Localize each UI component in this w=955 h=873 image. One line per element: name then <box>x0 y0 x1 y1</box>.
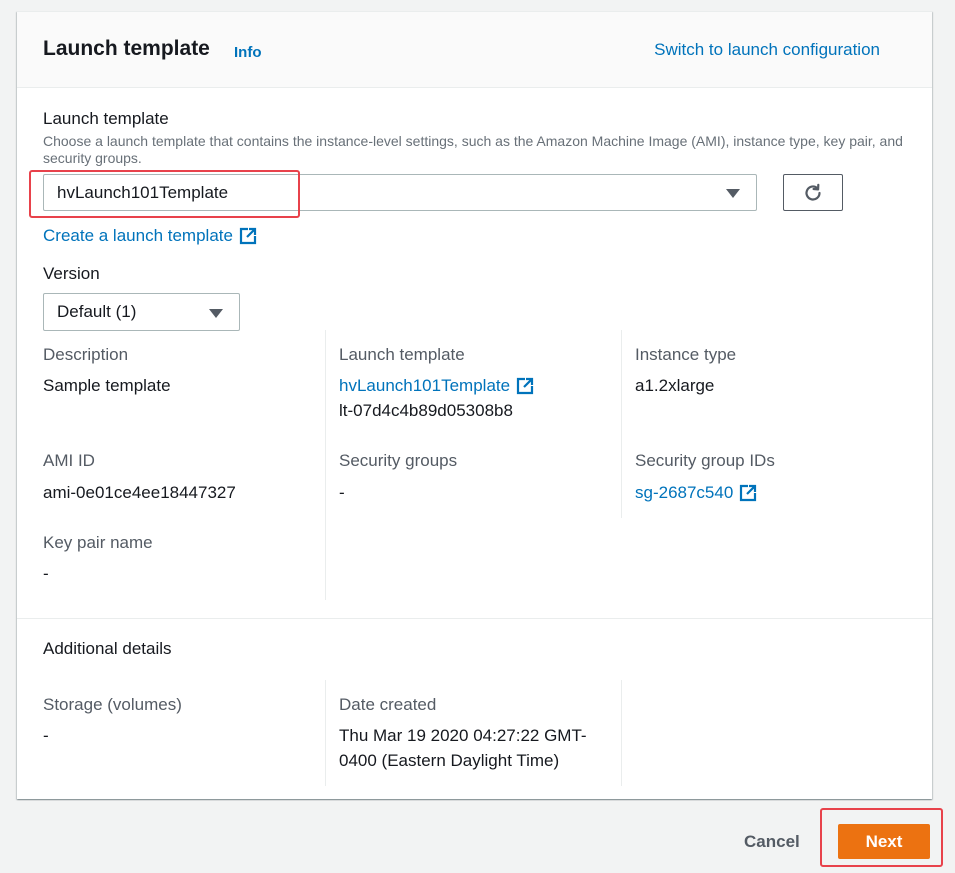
highlight-box-template-select <box>29 170 300 218</box>
info-link[interactable]: Info <box>234 44 262 61</box>
launch-template-detail-link-label: hvLaunch101Template <box>339 376 511 395</box>
date-created-value-line2: 0400 (Eastern Daylight Time) <box>339 751 560 770</box>
security-group-id-link[interactable]: sg-2687c540 <box>635 483 757 503</box>
create-launch-template-link[interactable]: Create a launch template <box>43 226 257 246</box>
storage-label: Storage (volumes) <box>43 695 182 714</box>
description-value: Sample template <box>43 376 171 395</box>
external-link-icon <box>239 227 257 245</box>
next-button[interactable]: Next <box>838 824 930 859</box>
date-created-label: Date created <box>339 695 437 714</box>
panel-title: Launch template <box>43 37 210 60</box>
external-link-icon <box>740 484 757 502</box>
version-select[interactable]: Default (1) <box>43 293 240 331</box>
column-divider <box>621 330 622 518</box>
key-pair-label: Key pair name <box>43 533 153 552</box>
launch-template-panel: Launch template Info Switch to launch co… <box>17 11 932 799</box>
storage-value: - <box>43 726 49 745</box>
column-divider <box>621 680 622 786</box>
launch-template-detail-link[interactable]: hvLaunch101Template <box>339 376 534 396</box>
date-created-value-line1: Thu Mar 19 2020 04:27:22 GMT- <box>339 726 587 745</box>
instance-type-label: Instance type <box>635 345 737 364</box>
panel-header: Launch template Info Switch to launch co… <box>17 12 932 88</box>
switch-to-launch-configuration-link[interactable]: Switch to launch configuration <box>654 40 880 60</box>
launch-template-description: Choose a launch template that contains t… <box>43 133 903 166</box>
column-divider <box>325 330 326 600</box>
caret-down-icon <box>209 309 223 318</box>
security-groups-value: - <box>339 483 345 502</box>
version-label: Version <box>43 264 100 283</box>
version-select-value: Default (1) <box>57 302 137 321</box>
launch-template-id: lt-07d4c4b89d05308b8 <box>339 401 513 420</box>
ami-id-value: ami-0e01ce4ee18447327 <box>43 483 236 502</box>
launch-template-detail-label: Launch template <box>339 345 465 364</box>
ami-id-label: AMI ID <box>43 451 95 470</box>
launch-template-label: Launch template <box>43 109 169 128</box>
key-pair-value: - <box>43 564 49 583</box>
security-group-id-link-label: sg-2687c540 <box>635 483 734 502</box>
caret-down-icon <box>726 189 740 198</box>
description-label: Description <box>43 345 129 364</box>
column-divider <box>325 680 326 786</box>
refresh-icon <box>805 183 821 201</box>
security-group-ids-label: Security group IDs <box>635 451 775 470</box>
security-groups-label: Security groups <box>339 451 458 470</box>
cancel-button[interactable]: Cancel <box>744 832 800 852</box>
refresh-button[interactable] <box>783 174 843 211</box>
create-launch-template-label: Create a launch template <box>43 226 233 245</box>
section-divider <box>17 618 932 619</box>
external-link-icon <box>516 377 534 395</box>
instance-type-value: a1.2xlarge <box>635 376 715 395</box>
additional-details-heading: Additional details <box>43 639 172 658</box>
